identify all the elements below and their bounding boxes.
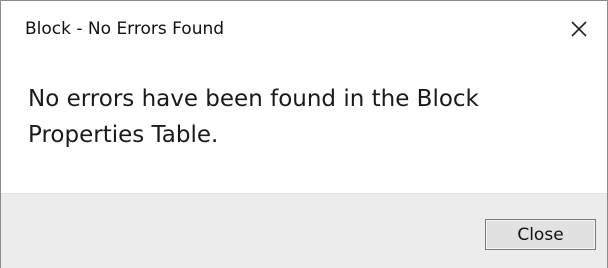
dialog-window: Block - No Errors Found No errors have b…: [0, 0, 608, 268]
close-icon-glyph: [571, 21, 587, 37]
window-title: Block - No Errors Found: [25, 19, 225, 39]
message-text: No errors have been found in the Block P…: [28, 86, 479, 148]
dialog-content: No errors have been found in the Block P…: [1, 59, 607, 193]
close-icon[interactable]: [559, 9, 599, 49]
close-button[interactable]: Close: [485, 219, 596, 250]
dialog-footer: Close: [1, 193, 607, 268]
title-bar: Block - No Errors Found: [1, 1, 607, 59]
